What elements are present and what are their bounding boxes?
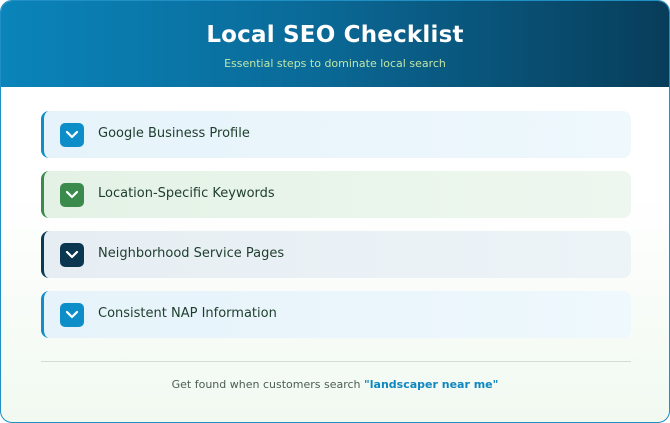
chevron-down-icon[interactable] — [60, 303, 84, 327]
accordion-item-nap-information[interactable]: Consistent NAP Information — [41, 291, 631, 338]
footer-note: Get found when customers search "landsca… — [1, 378, 669, 391]
page-title: Local SEO Checklist — [206, 22, 464, 48]
accordion-item-label: Neighborhood Service Pages — [98, 246, 285, 261]
card-header: Local SEO Checklist Essential steps to d… — [1, 1, 669, 87]
checklist: Google Business Profile Location-Specifi… — [41, 111, 631, 351]
checklist-card: Local SEO Checklist Essential steps to d… — [0, 0, 670, 423]
page-subtitle: Essential steps to dominate local search — [224, 57, 446, 70]
footer-text: Get found when customers search — [171, 378, 361, 391]
chevron-down-icon[interactable] — [60, 123, 84, 147]
accordion-item-label: Consistent NAP Information — [98, 306, 277, 321]
accordion-item-location-keywords[interactable]: Location-Specific Keywords — [41, 171, 631, 218]
footer-highlight: "landscaper near me" — [364, 378, 499, 391]
accordion-item-label: Google Business Profile — [98, 126, 250, 141]
footer-divider — [41, 361, 631, 362]
accordion-item-neighborhood-pages[interactable]: Neighborhood Service Pages — [41, 231, 631, 278]
accordion-item-google-business-profile[interactable]: Google Business Profile — [41, 111, 631, 158]
accordion-item-label: Location-Specific Keywords — [98, 186, 275, 201]
chevron-down-icon[interactable] — [60, 183, 84, 207]
chevron-down-icon[interactable] — [60, 243, 84, 267]
